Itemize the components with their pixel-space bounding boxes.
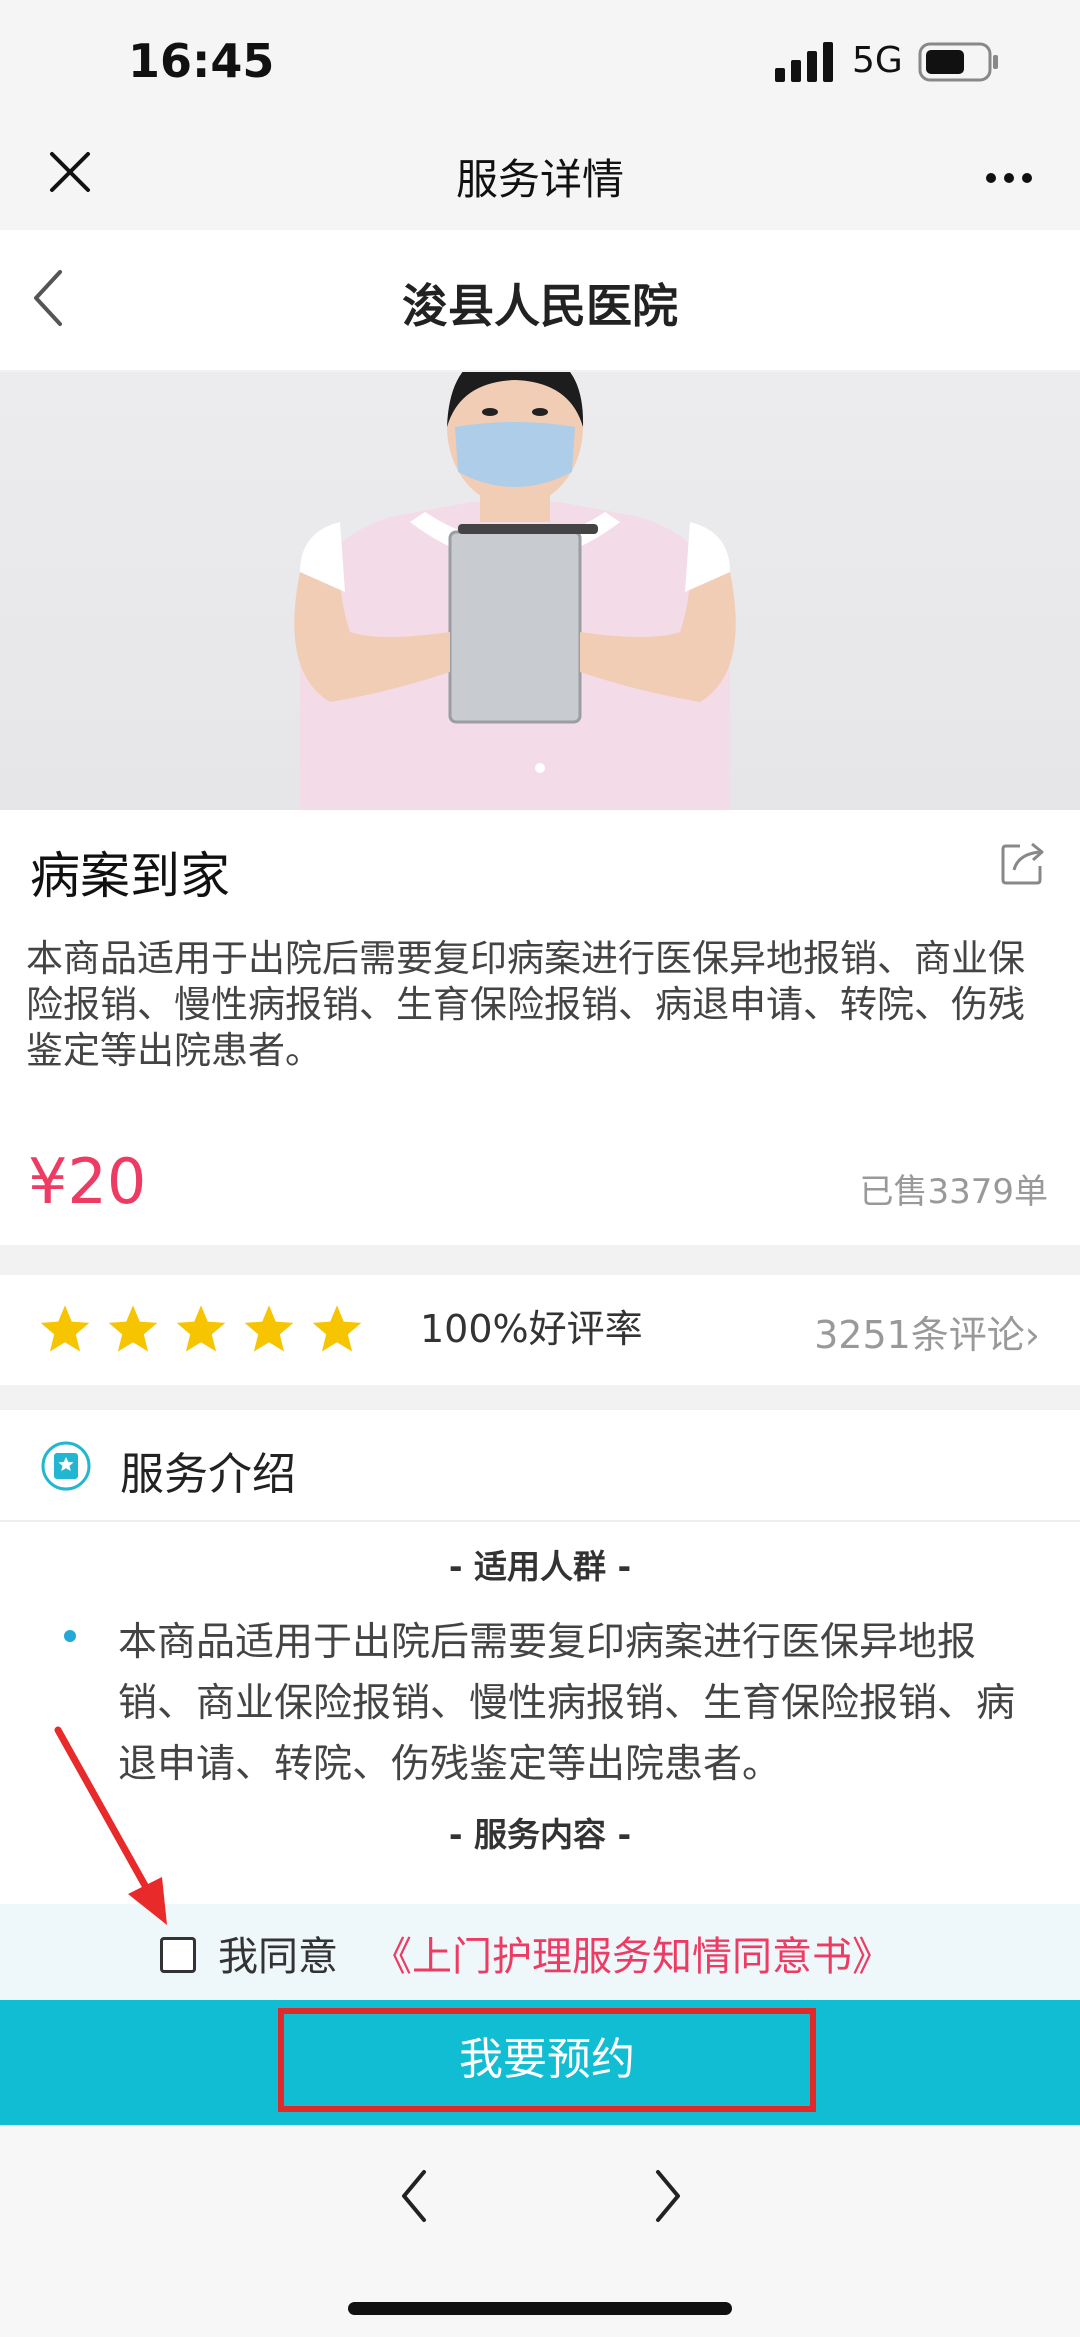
more-icon[interactable]: [985, 172, 1033, 184]
agree-checkbox[interactable]: [160, 1937, 196, 1973]
browser-forward-icon[interactable]: [652, 2168, 684, 2224]
network-label: 5G: [852, 40, 903, 81]
product-price: ¥20: [28, 1145, 147, 1218]
comments-link[interactable]: 3251条评论›: [814, 1304, 1040, 1359]
share-icon[interactable]: [1000, 840, 1046, 886]
audience-text: 本商品适用于出院后需要复印病案进行医保异地报销、商业保险报销、慢性病报销、生育保…: [118, 1620, 1016, 1787]
book-button[interactable]: 我要预约: [278, 2008, 816, 2112]
service-intro-title: 服务介绍: [120, 1449, 296, 1500]
browser-back-icon[interactable]: [398, 2168, 430, 2224]
star-icon: [244, 1305, 294, 1352]
divider: [0, 1520, 1080, 1522]
nurse-illustration: [294, 372, 736, 810]
product-image: [0, 372, 1080, 810]
sold-count: 已售3379单: [859, 1172, 1048, 1212]
annotation-arrow-icon: [54, 1726, 167, 1925]
star-icon: [176, 1305, 226, 1352]
bullet-dot: [64, 1630, 76, 1642]
star-icon: [40, 1305, 90, 1352]
wechat-title: 服务详情: [455, 155, 624, 204]
rating-stars: [38, 1302, 378, 1360]
status-time: 16:45: [128, 34, 275, 88]
signal-icon: [775, 42, 833, 82]
product-title: 病案到家: [30, 847, 230, 905]
page-title: 浚县人民医院: [402, 279, 678, 333]
consent-form-link[interactable]: 《上门护理服务知情同意书》: [372, 1924, 892, 1982]
home-indicator: [348, 2302, 732, 2315]
product-description: 本商品适用于出院后需要复印病案进行医保异地报销、商业保险报销、慢性病报销、生育保…: [26, 937, 1025, 1072]
section-heading-audience: - 适用人群 -: [448, 1547, 632, 1586]
badge-star-icon: [41, 1441, 91, 1491]
star-icon: [108, 1305, 158, 1352]
agree-label: 我同意: [218, 1934, 338, 1980]
star-icon: [312, 1305, 362, 1352]
battery-icon: [918, 42, 998, 82]
good-rate: 100%好评率: [420, 1307, 643, 1351]
